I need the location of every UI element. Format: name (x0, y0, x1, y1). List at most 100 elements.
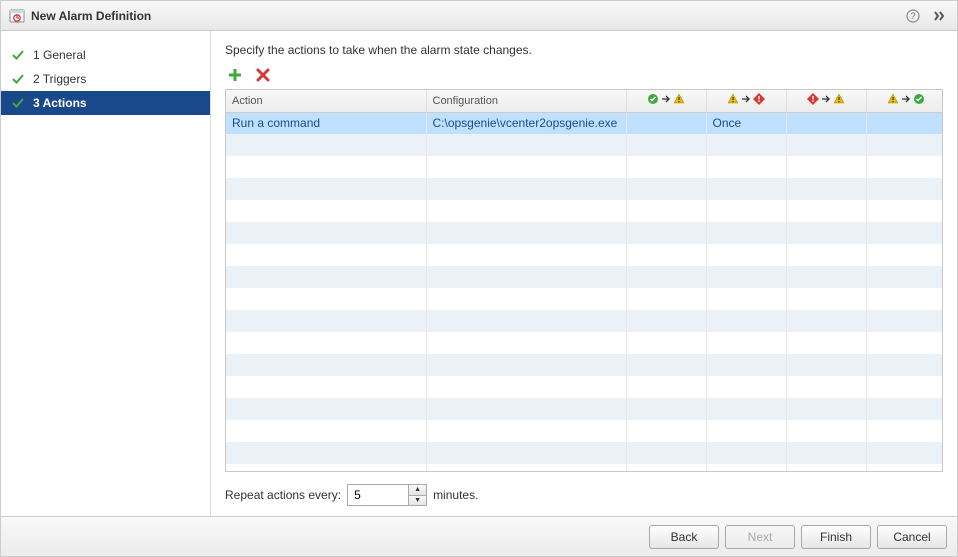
table-row-empty[interactable] (226, 310, 943, 332)
cell-empty (786, 266, 866, 288)
col-header-crit-to-warn[interactable] (786, 90, 866, 112)
wizard-step-triggers[interactable]: 2 Triggers (1, 67, 210, 91)
remove-action-button[interactable] (253, 65, 273, 85)
cell-config[interactable]: C:\opsgenie\vcenter2opsgenie.exe (426, 112, 626, 134)
col-header-action[interactable]: Action (226, 90, 426, 112)
cell-empty (426, 354, 626, 376)
cell-s4[interactable] (866, 112, 943, 134)
table-row-empty[interactable] (226, 178, 943, 200)
cell-empty (226, 134, 426, 156)
cell-empty (226, 398, 426, 420)
cell-empty (706, 200, 786, 222)
cell-action[interactable]: Run a command (226, 112, 426, 134)
col-header-warn-to-ok[interactable] (866, 90, 943, 112)
cancel-button[interactable]: Cancel (877, 525, 947, 549)
repeat-spinner[interactable]: ▲ ▼ (347, 484, 427, 506)
table-row[interactable]: Run a commandC:\opsgenie\vcenter2opsgeni… (226, 112, 943, 134)
ok-icon (647, 93, 659, 105)
table-row-empty[interactable] (226, 354, 943, 376)
table-row-empty[interactable] (226, 288, 943, 310)
cell-empty (786, 398, 866, 420)
add-action-button[interactable] (225, 65, 245, 85)
table-row-empty[interactable] (226, 266, 943, 288)
cell-empty (786, 464, 866, 472)
repeat-label-after: minutes. (433, 488, 478, 502)
cell-s1[interactable] (626, 112, 706, 134)
step-label: 2 Triggers (33, 72, 86, 86)
cell-empty (866, 442, 943, 464)
cell-empty (626, 244, 706, 266)
repeat-label-before: Repeat actions every: (225, 488, 341, 502)
main-panel: Specify the actions to take when the ala… (211, 31, 957, 516)
table-row-empty[interactable] (226, 376, 943, 398)
cell-empty (626, 376, 706, 398)
cell-empty (226, 288, 426, 310)
cell-empty (226, 332, 426, 354)
cell-empty (786, 288, 866, 310)
help-icon[interactable]: ? (903, 6, 923, 26)
spinner-down-button[interactable]: ▼ (409, 496, 426, 506)
col-header-configuration[interactable]: Configuration (426, 90, 626, 112)
critical-icon (753, 93, 765, 105)
cell-empty (706, 156, 786, 178)
warning-icon (673, 93, 685, 105)
table-row-empty[interactable] (226, 222, 943, 244)
finish-button[interactable]: Finish (801, 525, 871, 549)
col-header-ok-to-warn[interactable] (626, 90, 706, 112)
cell-empty (226, 354, 426, 376)
cell-empty (706, 398, 786, 420)
table-row-empty[interactable] (226, 442, 943, 464)
table-row-empty[interactable] (226, 332, 943, 354)
cell-empty (866, 266, 943, 288)
cell-empty (426, 222, 626, 244)
cell-s3[interactable] (786, 112, 866, 134)
cell-empty (226, 200, 426, 222)
spinner-up-button[interactable]: ▲ (409, 485, 426, 496)
cell-empty (426, 332, 626, 354)
warning-icon (727, 93, 739, 105)
cell-empty (426, 376, 626, 398)
table-row-empty[interactable] (226, 244, 943, 266)
cell-empty (626, 442, 706, 464)
cell-empty (866, 244, 943, 266)
back-button[interactable]: Back (649, 525, 719, 549)
repeat-value-input[interactable] (348, 485, 408, 505)
wizard-step-actions[interactable]: 3 Actions (1, 91, 210, 115)
titlebar: New Alarm Definition ? (1, 1, 957, 31)
cell-empty (786, 156, 866, 178)
arrow-right-icon (901, 95, 911, 103)
cell-empty (226, 376, 426, 398)
instruction-text: Specify the actions to take when the ala… (225, 43, 943, 57)
critical-icon (807, 93, 819, 105)
col-header-warn-to-crit[interactable] (706, 90, 786, 112)
wizard-footer: Back Next Finish Cancel (1, 516, 957, 556)
step-label: 3 Actions (33, 96, 87, 110)
cell-empty (866, 310, 943, 332)
table-row-empty[interactable] (226, 398, 943, 420)
table-row-empty[interactable] (226, 200, 943, 222)
cell-empty (706, 376, 786, 398)
cell-empty (626, 310, 706, 332)
ok-icon (913, 93, 925, 105)
arrow-right-icon (821, 95, 831, 103)
cell-empty (626, 420, 706, 442)
actions-table[interactable]: Action Configuration (226, 90, 943, 472)
cell-s2[interactable]: Once (706, 112, 786, 134)
cell-empty (866, 288, 943, 310)
cell-empty (426, 420, 626, 442)
cell-empty (866, 354, 943, 376)
cell-empty (226, 244, 426, 266)
table-row-empty[interactable] (226, 156, 943, 178)
cell-empty (226, 420, 426, 442)
wizard-step-general[interactable]: 1 General (1, 43, 210, 67)
cell-empty (706, 420, 786, 442)
cell-empty (626, 354, 706, 376)
expand-icon[interactable] (929, 6, 949, 26)
cell-empty (426, 244, 626, 266)
table-row-empty[interactable] (226, 420, 943, 442)
table-row-empty[interactable] (226, 464, 943, 472)
cell-empty (426, 398, 626, 420)
table-row-empty[interactable] (226, 134, 943, 156)
cell-empty (786, 332, 866, 354)
cell-empty (786, 134, 866, 156)
